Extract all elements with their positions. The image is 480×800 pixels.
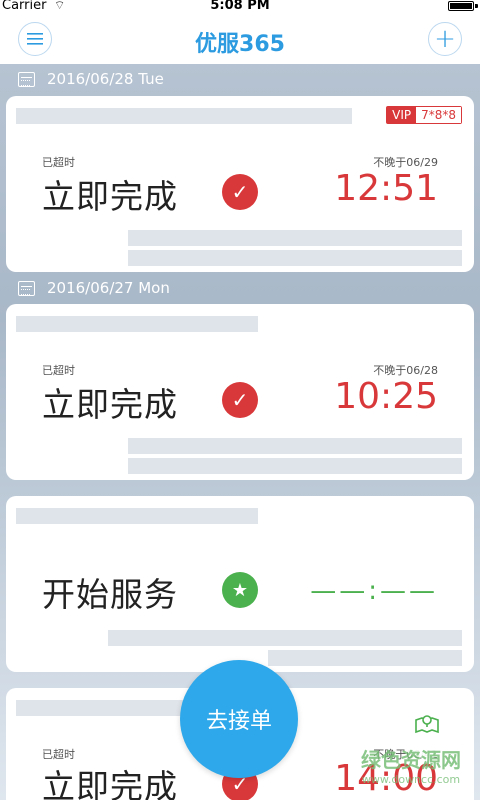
calendar-icon <box>18 71 35 87</box>
star-icon: ★ <box>222 572 258 608</box>
due-time: 12:51 <box>334 168 438 209</box>
address-placeholder <box>16 108 352 124</box>
order-card[interactable]: VIP 7*8*8 已超时 立即完成 ✓ 不晚于06/29 12:51 <box>6 96 474 272</box>
due-time: ——:—— <box>310 576 438 606</box>
page-title: 优服365 <box>195 32 285 57</box>
due-time: 10:25 <box>334 376 438 417</box>
plus-icon: + <box>434 24 456 54</box>
address-placeholder <box>16 316 258 332</box>
action-label: 立即完成 <box>42 177 178 216</box>
address-placeholder <box>16 508 258 524</box>
detail-placeholder <box>128 438 462 454</box>
date-header: 2016/06/27 Mon <box>18 277 170 299</box>
date-header: 2016/06/28 Tue <box>18 68 164 90</box>
order-card[interactable]: 已超时 立即完成 ✓ 不晚于06/28 10:25 <box>6 304 474 480</box>
add-button[interactable]: + <box>428 22 462 56</box>
action-label: 开始服务 <box>42 575 178 614</box>
watermark: 绿色资源网 www.downcc.com <box>361 748 461 786</box>
battery-icon <box>448 1 474 11</box>
take-order-label: 去接单 <box>205 709 272 734</box>
date-label: 2016/06/28 Tue <box>47 70 164 88</box>
overdue-label: 已超时 <box>42 156 75 169</box>
detail-placeholder <box>128 458 462 474</box>
action-label: 立即完成 <box>42 385 178 424</box>
calendar-icon <box>18 280 35 296</box>
status-time: 5:08 PM <box>210 0 270 13</box>
date-label: 2016/06/27 Mon <box>47 279 170 297</box>
check-icon: ✓ <box>222 382 258 418</box>
detail-placeholder <box>108 630 462 646</box>
vip-badge: VIP 7*8*8 <box>386 106 462 124</box>
status-bar: Carrier ⌔ 5:08 PM <box>0 0 480 12</box>
detail-placeholder <box>128 250 462 266</box>
take-order-button[interactable]: 去接单 <box>180 660 298 778</box>
check-icon: ✓ <box>222 174 258 210</box>
action-label: 立即完成 <box>42 767 178 800</box>
overdue-label: 已超时 <box>42 364 75 377</box>
map-pin-icon <box>415 715 439 734</box>
order-card[interactable]: 开始服务 ★ ——:—— <box>6 496 474 672</box>
nav-bar: 优服365 + <box>0 12 480 64</box>
detail-placeholder <box>128 230 462 246</box>
detail-placeholder <box>268 650 462 666</box>
